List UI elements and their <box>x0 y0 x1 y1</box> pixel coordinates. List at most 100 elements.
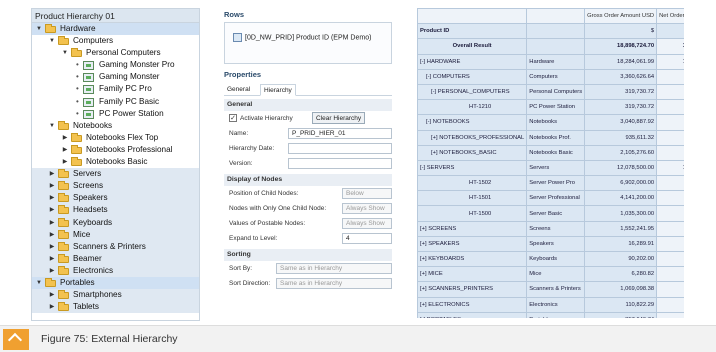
grid-row-key[interactable]: [-] COMPUTERS <box>417 68 528 85</box>
expand-toggle-icon[interactable]: ▶ <box>48 289 56 301</box>
tree-node[interactable]: ▼ Portables <box>32 276 199 290</box>
grid-row-key[interactable]: HT-1501 <box>417 190 528 207</box>
product-id-header[interactable]: Product ID <box>417 23 528 40</box>
grid-row-text: Screens <box>526 220 586 237</box>
tree-node[interactable]: ▶ Speakers <box>32 192 199 205</box>
grid-row-key[interactable]: HT-1210 <box>417 99 528 116</box>
col-gross-header[interactable]: Gross Order Amount USD <box>584 8 658 25</box>
expand-toggle-icon[interactable]: ▶ <box>48 168 56 180</box>
col-net-header[interactable]: Net Order Amount USD <box>656 8 684 25</box>
grid-row-key[interactable]: HT-1502 <box>417 175 528 192</box>
result-table: Gross Order Amount USD Net Order Amount … <box>417 8 684 318</box>
collapse-toggle-icon[interactable]: ▼ <box>48 35 56 47</box>
expand-toggle-icon[interactable]: ▶ <box>61 156 69 168</box>
grid-row: Overall Result 18,898,724.7015,881,383.10 <box>417 38 684 55</box>
expand-level-input[interactable]: 4 <box>342 233 392 244</box>
grid-row-key[interactable]: [+] KEYBOARDS <box>417 250 528 268</box>
expand-toggle-icon[interactable]: ▶ <box>48 253 56 265</box>
tree-node[interactable]: ▶ Electronics <box>32 264 199 277</box>
grid-row-key[interactable]: [+] ELECTRONICS <box>417 296 528 313</box>
expand-toggle-icon[interactable]: ▶ <box>48 217 56 229</box>
collapse-toggle-icon[interactable]: ▼ <box>61 47 69 59</box>
tab-hierarchy[interactable]: Hierarchy <box>260 84 296 96</box>
tree-node[interactable]: ▶ Headsets <box>32 204 199 217</box>
grid-row-key[interactable]: [+] NOTEBOOKS_BASIC <box>417 144 528 161</box>
collapse-toggle-icon[interactable]: ▼ <box>35 277 43 289</box>
grid-row-key[interactable]: [-] PERSONAL_COMPUTERS <box>417 83 528 101</box>
tree-node[interactable]: ▼ Personal Computers <box>32 47 199 59</box>
tree-node[interactable]: • Gaming Monster Pro <box>32 59 199 71</box>
tree-node[interactable]: • PC Power Station <box>32 108 199 120</box>
grid-gross-value: 935,611.32 <box>584 129 658 146</box>
expand-toggle-icon[interactable]: ▶ <box>61 132 69 144</box>
one-child-row: Nodes with Only One Child Node: Always S… <box>224 201 392 216</box>
grid-net-value: 5,800,000.00 <box>656 175 684 192</box>
expand-toggle-icon[interactable]: ▶ <box>48 204 56 216</box>
grid-row: [+] NOTEBOOKS_BASIC Notebooks Basic 2,105,… <box>417 144 684 161</box>
grid-row-key[interactable]: [+] SCREENS <box>417 220 528 237</box>
grid-row-key[interactable]: HT-1500 <box>417 205 528 222</box>
tree-node[interactable]: ▼ Hardware <box>32 23 199 36</box>
grid-row-key[interactable]: [+] SPEAKERS <box>417 235 528 253</box>
activate-hierarchy-checkbox[interactable]: ✓ <box>229 114 237 122</box>
grid-row-key[interactable]: [+] MICE <box>417 266 528 283</box>
tree-node[interactable]: • Family PC Pro <box>32 83 199 95</box>
collapse-toggle-icon[interactable]: ▼ <box>48 120 56 132</box>
sort-direction-select[interactable]: Same as in Hierarchy <box>276 278 392 289</box>
tree-node[interactable]: ▶ Notebooks Flex Top <box>32 132 199 144</box>
folder-icon <box>58 265 69 275</box>
sort-by-select[interactable]: Same as in Hierarchy <box>276 263 392 274</box>
postable-select[interactable]: Always Show <box>342 218 392 229</box>
tree-node[interactable]: • Family PC Basic <box>32 96 199 108</box>
bullet-icon: • <box>76 108 79 118</box>
grid-row-key[interactable]: [-] PORTABLES <box>417 311 528 318</box>
expand-toggle-icon[interactable]: ▶ <box>48 180 56 192</box>
folder-icon <box>58 169 69 179</box>
grid-row-key[interactable]: [-] NOTEBOOKS <box>417 114 528 131</box>
tree-node[interactable]: ▶ Smartphones <box>32 289 199 302</box>
position-select[interactable]: Below <box>342 188 392 199</box>
tree-node[interactable]: ▶ Servers <box>32 168 199 181</box>
grid-row-key[interactable]: Overall Result <box>417 38 528 55</box>
rows-characteristic-item[interactable]: [0D_NW_PRID] Product ID (EPM Demo) <box>233 33 371 42</box>
tab-general[interactable]: General <box>224 84 253 96</box>
folder-icon <box>45 24 56 33</box>
tree-node[interactable]: ▶ Keyboards <box>32 216 199 229</box>
hierarchy-date-input[interactable] <box>288 143 392 154</box>
folder-icon <box>58 205 69 215</box>
expand-toggle-icon[interactable]: ▶ <box>61 144 69 156</box>
tree-node[interactable]: • Gaming Monster <box>32 71 199 83</box>
chevron-up-icon[interactable] <box>3 329 29 350</box>
expand-toggle-icon[interactable]: ▶ <box>48 229 56 241</box>
properties-title: Properties <box>224 70 262 79</box>
rows-dropzone[interactable]: [0D_NW_PRID] Product ID (EPM Demo) <box>224 22 392 64</box>
tree-node[interactable]: ▼ Computers <box>32 35 199 47</box>
tree-node[interactable]: ▶ Mice <box>32 228 199 241</box>
hierarchy-date-label: Hierarchy Date: <box>229 145 275 152</box>
expand-toggle-icon[interactable]: ▶ <box>48 265 56 277</box>
grid-row-key[interactable]: [+] NOTEBOOKS_PROFESSIONAL <box>417 129 528 146</box>
collapse-toggle-icon[interactable]: ▼ <box>35 23 43 35</box>
tree-node[interactable]: ▶ Notebooks Professional <box>32 144 199 156</box>
grid-row: [+] ELECTRONICSElectronics110,822.2993,1… <box>417 296 684 313</box>
name-input[interactable]: P_PRID_HIER_01 <box>288 128 392 139</box>
grid-row-key[interactable]: [+] SCANNERS_PRINTERS <box>417 281 528 298</box>
version-input[interactable] <box>288 158 392 169</box>
sort-by-label: Sort By: <box>229 265 253 272</box>
tree-node[interactable]: ▼ Notebooks <box>32 120 199 132</box>
grid-row-key[interactable]: [-] HARDWARE <box>417 53 528 70</box>
tree-node[interactable]: ▶ Beamer <box>32 252 199 265</box>
expand-toggle-icon[interactable]: ▶ <box>48 241 56 253</box>
tree-node[interactable]: ▶ Scanners & Printers <box>32 240 199 253</box>
grid-row-text: Speakers <box>526 235 586 253</box>
expand-toggle-icon[interactable]: ▶ <box>48 301 56 313</box>
tree-node[interactable]: ▶ Tablets <box>32 301 199 314</box>
clear-hierarchy-button[interactable]: Clear Hierarchy <box>312 112 366 124</box>
grid-row-key[interactable]: [-] SERVERS <box>417 159 528 177</box>
one-child-select[interactable]: Always Show <box>342 203 392 214</box>
rows-item-label: [0D_NW_PRID] Product ID (EPM Demo) <box>245 34 372 42</box>
expand-toggle-icon[interactable]: ▶ <box>48 192 56 204</box>
tree-node[interactable]: ▶ Notebooks Basic <box>32 156 199 168</box>
tree-node[interactable]: ▶ Screens <box>32 180 199 193</box>
grid-gross-value: 319,730.72 <box>584 99 658 116</box>
